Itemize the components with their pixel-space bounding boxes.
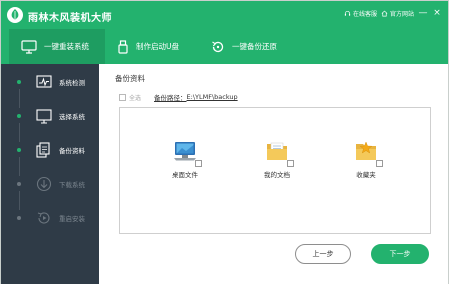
minimize-button[interactable]: — bbox=[418, 8, 428, 18]
backup-item-checkbox[interactable] bbox=[287, 160, 294, 167]
tab-label: 一键备份还原 bbox=[232, 42, 277, 51]
backup-item-desktop[interactable]: 桌面文件 bbox=[155, 138, 215, 179]
system-check-icon bbox=[36, 75, 52, 88]
backup-item-documents[interactable]: 我的文档 bbox=[247, 138, 307, 179]
tab-make-usb[interactable]: 制作启动U盘 bbox=[117, 29, 207, 64]
previous-step-button[interactable]: 上一步 bbox=[295, 244, 351, 264]
backup-item-label: 收藏夹 bbox=[356, 171, 376, 179]
backup-path-row: 全选 备份路径： E:\YLMF\backup bbox=[119, 92, 238, 102]
tab-reinstall-system[interactable]: 一键重装系统 bbox=[9, 29, 105, 64]
title-bar: 雨林木风装机大师 在线客服 官方网站 — × bbox=[1, 1, 448, 29]
desktop-icon bbox=[172, 138, 202, 167]
step-backup-data: 备份资料 bbox=[1, 133, 99, 167]
app-title: 雨林木风装机大师 bbox=[28, 13, 112, 24]
backup-item-favorites[interactable]: 收藏夹 bbox=[336, 138, 396, 179]
backup-item-label: 桌面文件 bbox=[172, 171, 198, 179]
step-dot bbox=[17, 182, 21, 186]
step-label: 选择系统 bbox=[59, 113, 85, 121]
close-button[interactable]: × bbox=[432, 8, 442, 18]
select-all-label[interactable]: 全选 bbox=[129, 93, 141, 102]
download-icon bbox=[36, 176, 52, 192]
step-restart-install: 重启安装 bbox=[1, 201, 99, 235]
backup-path-label[interactable]: 备份路径： bbox=[154, 92, 187, 102]
monitor-icon bbox=[21, 39, 37, 54]
home-icon bbox=[381, 10, 388, 16]
headset-icon bbox=[344, 10, 351, 16]
select-system-icon bbox=[36, 109, 52, 124]
backup-data-icon bbox=[36, 142, 50, 158]
app-logo-icon bbox=[7, 7, 23, 23]
backup-item-label: 我的文档 bbox=[264, 171, 290, 179]
restart-install-icon bbox=[37, 212, 50, 224]
app-window: 雨林木风装机大师 在线客服 官方网站 — × 一键重装系统 制作启动U盘 一键备… bbox=[0, 0, 449, 284]
step-system-check: 系统检测 bbox=[1, 65, 99, 99]
favorites-folder-icon bbox=[353, 138, 383, 167]
tab-backup-restore[interactable]: 一键备份还原 bbox=[211, 29, 311, 64]
titlebar-links: 在线客服 官方网站 — × bbox=[344, 6, 442, 20]
usb-drive-icon bbox=[118, 39, 128, 54]
backup-item-checkbox[interactable] bbox=[376, 160, 383, 167]
step-dot bbox=[17, 148, 21, 152]
official-site-link[interactable]: 官方网站 bbox=[381, 9, 414, 18]
step-dot bbox=[17, 114, 21, 118]
tab-label: 一键重装系统 bbox=[44, 42, 89, 51]
step-label: 备份资料 bbox=[59, 147, 85, 155]
step-label: 重启安装 bbox=[59, 215, 85, 223]
step-select-system: 选择系统 bbox=[1, 99, 99, 133]
official-site-label: 官方网站 bbox=[389, 10, 414, 18]
steps-sidebar: 系统检测 选择系统 备份资料 下载系统 重启安装 bbox=[1, 64, 99, 284]
online-service-link[interactable]: 在线客服 bbox=[344, 9, 377, 18]
backup-path-value[interactable]: E:\YLMF\backup bbox=[187, 93, 238, 101]
backup-item-checkbox[interactable] bbox=[195, 160, 202, 167]
step-label: 系统检测 bbox=[59, 79, 85, 87]
main-panel: 备份资料 全选 备份路径： E:\YLMF\backup 桌面文件 我的文档 收… bbox=[99, 64, 448, 284]
documents-folder-icon bbox=[264, 138, 294, 167]
section-title: 备份资料 bbox=[115, 74, 145, 83]
select-all-checkbox[interactable] bbox=[119, 93, 126, 101]
backup-items-box: 桌面文件 我的文档 收藏夹 bbox=[119, 107, 431, 234]
tab-label: 制作启动U盘 bbox=[136, 42, 179, 51]
backup-restore-icon bbox=[212, 41, 224, 52]
step-dot bbox=[17, 216, 21, 220]
main-nav: 一键重装系统 制作启动U盘 一键备份还原 bbox=[1, 29, 448, 64]
online-service-label: 在线客服 bbox=[352, 10, 377, 18]
step-dot bbox=[17, 80, 21, 84]
step-download-system: 下载系统 bbox=[1, 167, 99, 201]
step-label: 下载系统 bbox=[59, 181, 85, 189]
next-step-button[interactable]: 下一步 bbox=[371, 244, 429, 264]
